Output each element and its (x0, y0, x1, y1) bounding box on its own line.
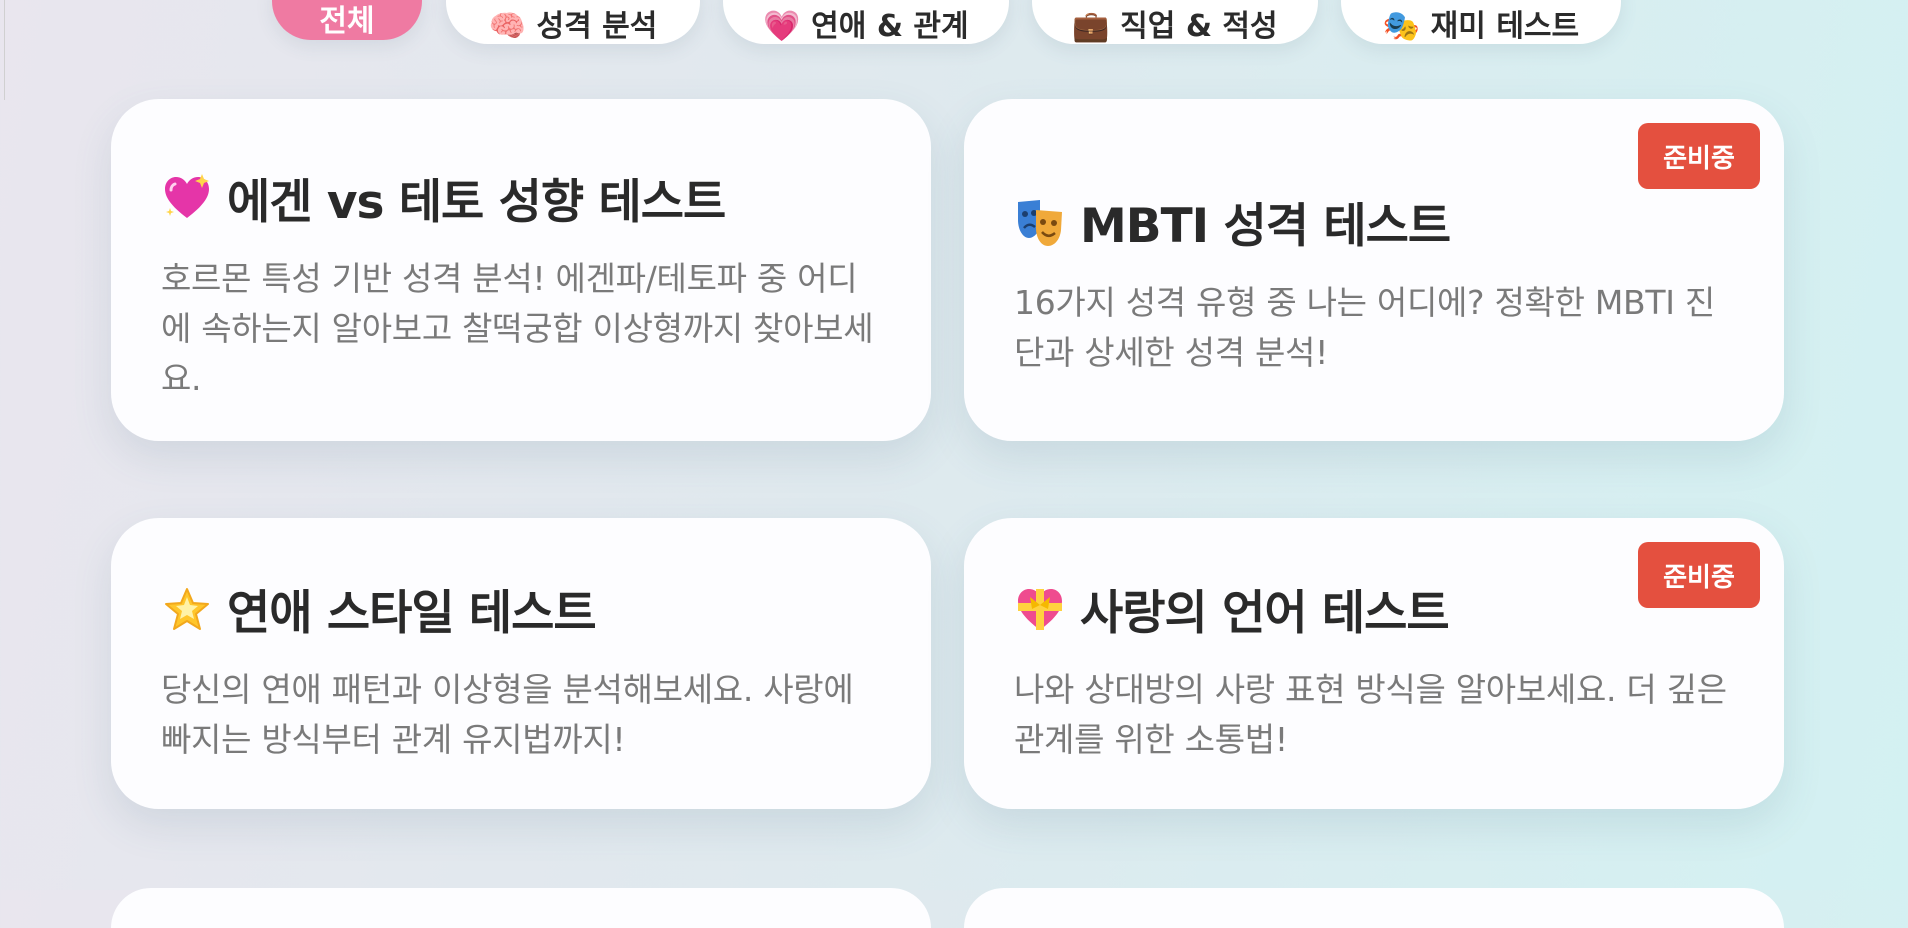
test-card-mbti[interactable]: 준비중 MBTI 성격 테스트 16가지 성격 유형 중 나는 어디에? 정확한… (964, 99, 1784, 441)
tab-label: 🧠 성격 분석 (488, 9, 658, 44)
category-tabs: 전체 🧠 성격 분석 💗 연애 & 관계 💼 직업 & 적성 🎭 재미 테스트 (0, 0, 1908, 50)
next-card-peek (964, 888, 1784, 928)
tab-fun-tests[interactable]: 🎭 재미 테스트 (1341, 0, 1621, 44)
card-title-text: 에겐 vs 테토 성향 테스트 (227, 175, 726, 230)
next-card-peek (111, 888, 931, 928)
tab-label: 💗 연애 & 관계 (763, 9, 969, 44)
card-title: 사랑의 언어 테스트 (1014, 574, 1734, 643)
status-badge: 준비중 (1638, 542, 1760, 608)
card-description: 나와 상대방의 사랑 표현 방식을 알아보세요. 더 깊은 관계를 위한 소통법… (1014, 670, 1727, 759)
heart-with-ribbon-icon (1018, 588, 1062, 630)
tab-personality[interactable]: 🧠 성격 분석 (446, 0, 700, 44)
tab-label: 💼 직업 & 적성 (1072, 9, 1278, 44)
tab-all[interactable]: 전체 (272, 0, 422, 40)
theater-masks-icon (1018, 199, 1062, 246)
card-description: 호르몬 특성 기반 성격 분석! 에겐파/테토파 중 어디에 속하는지 알아보고… (161, 259, 874, 398)
card-title: MBTI 성격 테스트 (1014, 187, 1734, 256)
tab-label: 전체 (319, 4, 375, 39)
tab-label: 🎭 재미 테스트 (1382, 9, 1580, 44)
card-title: 연애 스타일 테스트 (161, 574, 881, 643)
test-card-love-style[interactable]: 연애 스타일 테스트 당신의 연애 패턴과 이상형을 분석해보세요. 사랑에 빠… (111, 518, 931, 809)
card-title-text: 연애 스타일 테스트 (227, 586, 597, 641)
status-badge: 준비중 (1638, 123, 1760, 189)
test-card-love-language[interactable]: 준비중 사랑의 언어 테스트 나와 상대방의 사랑 표현 방식을 알아보세요. … (964, 518, 1784, 809)
card-title-text: 사랑의 언어 테스트 (1080, 586, 1450, 641)
card-title: 에겐 vs 테토 성향 테스트 (161, 163, 881, 232)
card-description: 당신의 연애 패턴과 이상형을 분석해보세요. 사랑에 빠지는 방식부터 관계 … (161, 670, 854, 759)
tab-career-aptitude[interactable]: 💼 직업 & 적성 (1032, 0, 1318, 44)
test-card-egen-teto[interactable]: 에겐 vs 테토 성향 테스트 호르몬 특성 기반 성격 분석! 에겐파/테토파… (111, 99, 931, 441)
card-title-text: MBTI 성격 테스트 (1080, 199, 1451, 254)
sparkling-heart-icon (165, 173, 209, 218)
tab-love-relationship[interactable]: 💗 연애 & 관계 (723, 0, 1009, 44)
card-description: 16가지 성격 유형 중 나는 어디에? 정확한 MBTI 진단과 상세한 성격… (1014, 283, 1715, 372)
glowing-star-icon (165, 587, 209, 630)
